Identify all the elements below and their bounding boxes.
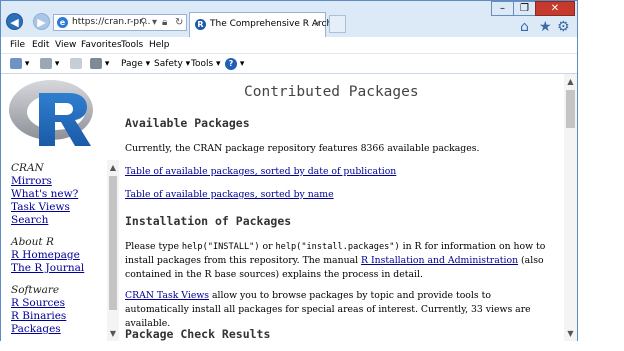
browser-window: ◀ ▶ e https://cran.r-pr... ⚲ ▾ 🔒︎ ↻ R Th… [0,0,578,341]
tab-close-icon[interactable]: × [313,13,321,35]
sidebar-link-r-journal[interactable]: The R Journal [11,262,84,274]
sidebar-heading-about: About R [11,236,54,248]
dropdown-icon[interactable]: ▾ [152,15,157,30]
r-logo [9,80,93,146]
scroll-up-icon[interactable]: ▲ [107,163,119,172]
print-icon[interactable]: ▾ [90,54,109,74]
scroll-down-icon[interactable]: ▼ [564,329,577,338]
address-url[interactable]: https://cran.r-pr... [72,15,151,30]
link-cran-task-views[interactable]: CRAN Task Views [125,290,209,301]
tab-title: The Comprehensive R Archi... [210,19,344,29]
rss-feed-icon[interactable]: ▾ [40,54,59,74]
main-frame: Contributed Packages Available Packages … [125,74,563,341]
sidebar-link-r-binaries[interactable]: R Binaries [11,310,66,322]
menu-tools[interactable]: Tools [121,37,143,54]
menu-bar: File Edit View Favorites Tools Help [1,37,577,54]
scroll-up-icon[interactable]: ▲ [564,77,577,86]
sidebar-link-mirrors[interactable]: Mirrors [11,175,52,187]
installation-paragraph: Please type help("INSTALL") or help("ins… [125,240,555,282]
sidebar-link-packages[interactable]: Packages [11,323,61,335]
close-button[interactable]: ✕ [535,1,575,16]
sidebar-link-task-views[interactable]: Task Views [11,201,70,213]
command-bar: ▾ ▾ ▾ Page ▾ Safety ▾ Tools ▾ ? ▾ [1,54,577,74]
menu-file[interactable]: File [10,37,25,54]
minimize-button[interactable]: – [491,1,514,16]
sidebar-link-r-sources[interactable]: R Sources [11,297,65,309]
install-text-1: Please type [125,241,182,252]
menu-view[interactable]: View [55,37,76,54]
title-bar: ◀ ▶ e https://cran.r-pr... ⚲ ▾ 🔒︎ ↻ R Th… [1,1,577,37]
settings-gear-icon[interactable]: ⚙ [557,20,570,34]
back-arrow-icon[interactable]: ◀ [6,13,23,30]
install-text-2: or [259,241,276,252]
r-favicon-icon: R [195,19,206,30]
scroll-down-icon[interactable]: ▼ [107,329,119,338]
menu-edit[interactable]: Edit [32,37,49,54]
available-packages-text: Currently, the CRAN package repository f… [125,143,480,154]
home-icon[interactable]: ⌂ [520,20,529,34]
sidebar-link-whats-new[interactable]: What's new? [11,188,78,200]
menu-help[interactable]: Help [149,37,170,54]
installation-heading: Installation of Packages [125,214,292,228]
address-bar[interactable]: e https://cran.r-pr... ⚲ ▾ 🔒︎ ↻ [53,14,187,31]
link-packages-by-date[interactable]: Table of available packages, sorted by d… [125,166,396,177]
page-content: CRAN Mirrors What's new? Task Views Sear… [1,74,577,341]
tools-label: Tools [191,59,214,69]
safety-label: Safety [154,59,183,69]
link-r-installation-admin[interactable]: R Installation and Administration [361,255,518,266]
code-help-install: help("INSTALL") [181,242,260,252]
package-check-heading: Package Check Results [125,327,271,341]
sidebar-scroll-thumb[interactable] [109,176,117,310]
page-scroll-thumb[interactable] [566,90,575,128]
tab-cran[interactable]: R The Comprehensive R Archi... × [189,12,343,37]
sidebar: CRAN Mirrors What's new? Task Views Sear… [1,74,121,341]
window-controls: – ❐ ✕ [491,1,575,16]
available-packages-heading: Available Packages [125,116,250,130]
forward-arrow-icon[interactable]: ▶ [33,13,50,30]
lock-icon[interactable]: 🔒︎ [162,15,167,30]
sidebar-link-r-homepage[interactable]: R Homepage [11,249,80,261]
menu-favorites[interactable]: Favorites [81,37,122,54]
read-mail-icon[interactable] [70,54,82,74]
home-command-icon[interactable]: ▾ [10,54,29,74]
new-tab-button[interactable] [329,15,346,33]
favorites-star-icon[interactable]: ★ [539,20,552,34]
link-packages-by-name[interactable]: Table of available packages, sorted by n… [125,189,334,200]
refresh-icon[interactable]: ↻ [175,15,183,30]
sidebar-heading-software: Software [11,284,60,296]
sidebar-link-search[interactable]: Search [11,214,48,226]
page-label: Page [121,59,143,69]
sidebar-scrollbar[interactable]: ▲ ▼ [107,160,119,341]
sidebar-heading-cran: CRAN [11,162,44,174]
ie-logo-icon: e [57,17,68,28]
safety-command[interactable]: Safety ▾ [154,54,190,74]
code-help-install-packages: help("install.packages") [275,242,400,252]
help-icon[interactable]: ? ▾ [225,54,244,74]
page-command[interactable]: Page ▾ [121,54,150,74]
tools-command[interactable]: Tools ▾ [191,54,221,74]
task-views-paragraph: CRAN Task Views allow you to browse pack… [125,289,555,331]
search-icon[interactable]: ⚲ [140,15,147,30]
page-title: Contributed Packages [244,84,419,100]
maximize-button[interactable]: ❐ [513,1,536,16]
page-scrollbar[interactable]: ▲ ▼ [564,74,577,341]
